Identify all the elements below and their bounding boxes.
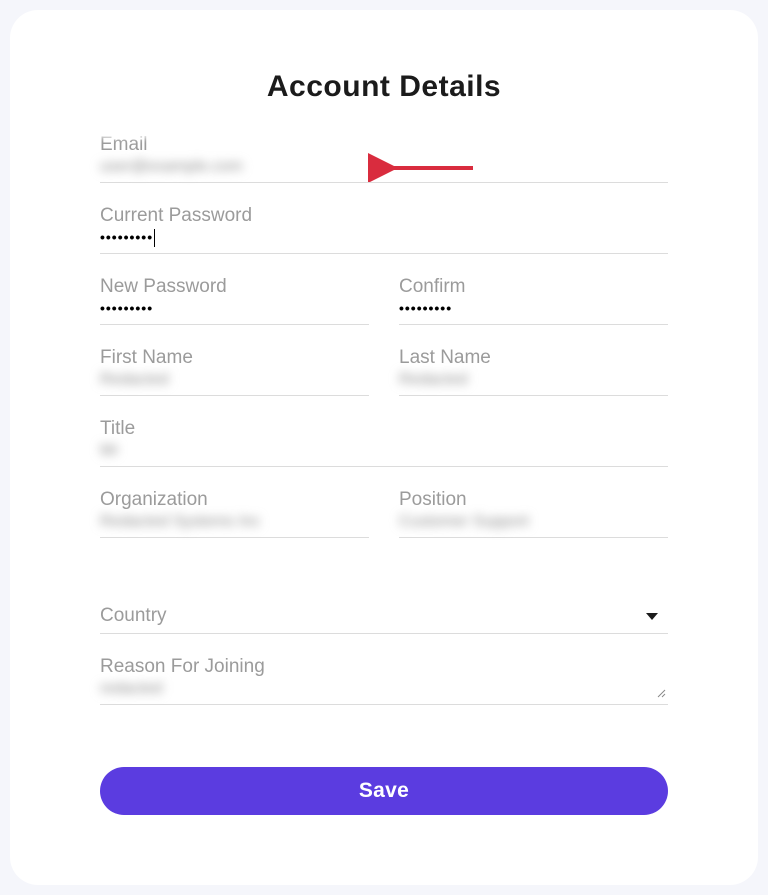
text-cursor: [154, 229, 155, 247]
organization-field-wrapper: Organization Redacted Systems Inc: [100, 489, 369, 538]
account-details-card: Account Details Email user@example.com C…: [10, 10, 758, 885]
first-name-value: Redacted: [100, 371, 169, 388]
reason-textarea[interactable]: redacted: [100, 680, 668, 705]
last-name-input[interactable]: Redacted: [399, 371, 668, 396]
title-field-wrapper: Title Mr: [100, 418, 668, 467]
position-input[interactable]: Customer Support: [399, 513, 668, 538]
organization-input[interactable]: Redacted Systems Inc: [100, 513, 369, 538]
confirm-input[interactable]: •••••••••: [399, 300, 668, 325]
organization-label: Organization: [100, 489, 369, 511]
last-name-field-wrapper: Last Name Redacted: [399, 347, 668, 396]
first-name-input[interactable]: Redacted: [100, 371, 369, 396]
reason-field-wrapper: Reason For Joining redacted: [100, 656, 668, 705]
save-button[interactable]: Save: [100, 767, 668, 815]
country-select[interactable]: Country: [100, 605, 668, 634]
current-password-field-wrapper: Current Password •••••••••: [100, 205, 668, 254]
position-field-wrapper: Position Customer Support: [399, 489, 668, 538]
new-password-input[interactable]: •••••••••: [100, 300, 369, 325]
name-row: First Name Redacted Last Name Redacted: [100, 347, 668, 396]
confirm-value: •••••••••: [399, 300, 452, 316]
chevron-down-icon: [646, 613, 658, 620]
last-name-label: Last Name: [399, 347, 668, 369]
current-password-label: Current Password: [100, 205, 668, 227]
confirm-label: Confirm: [399, 276, 668, 298]
page-title: Account Details: [100, 70, 668, 104]
country-field-wrapper: Country: [100, 605, 668, 634]
account-form: Email user@example.com Current Password …: [100, 134, 668, 815]
current-password-input[interactable]: •••••••••: [100, 229, 668, 254]
country-label: Country: [100, 605, 167, 627]
password-row: New Password ••••••••• Confirm •••••••••: [100, 276, 668, 325]
new-password-value: •••••••••: [100, 300, 153, 316]
org-row: Organization Redacted Systems Inc Positi…: [100, 489, 668, 538]
organization-value: Redacted Systems Inc: [100, 513, 260, 530]
title-label: Title: [100, 418, 668, 440]
reason-label: Reason For Joining: [100, 656, 668, 678]
email-field-wrapper: Email user@example.com: [100, 134, 668, 183]
email-value: user@example.com: [100, 158, 243, 175]
email-input[interactable]: user@example.com: [100, 158, 668, 183]
resize-handle-icon[interactable]: [656, 688, 666, 698]
new-password-label: New Password: [100, 276, 369, 298]
position-value: Customer Support: [399, 513, 529, 530]
current-password-value: •••••••••: [100, 229, 153, 245]
position-label: Position: [399, 489, 668, 511]
first-name-label: First Name: [100, 347, 369, 369]
confirm-field-wrapper: Confirm •••••••••: [399, 276, 668, 325]
last-name-value: Redacted: [399, 371, 468, 388]
reason-value: redacted: [100, 680, 162, 697]
new-password-field-wrapper: New Password •••••••••: [100, 276, 369, 325]
title-input[interactable]: Mr: [100, 442, 668, 467]
title-value: Mr: [100, 442, 119, 459]
first-name-field-wrapper: First Name Redacted: [100, 347, 369, 396]
